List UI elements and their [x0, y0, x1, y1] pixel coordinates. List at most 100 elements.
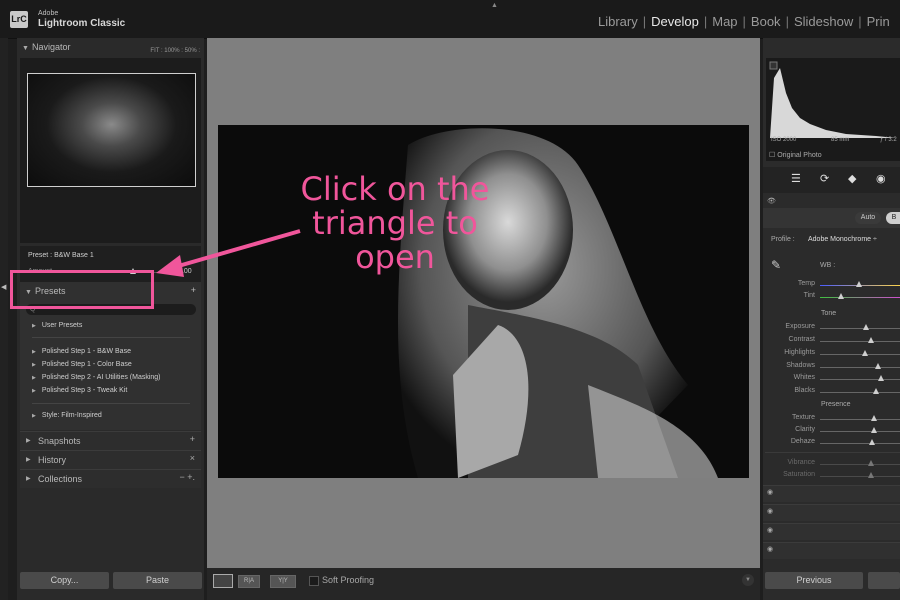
module-print[interactable]: Prin [867, 14, 890, 29]
module-book[interactable]: Book [751, 14, 781, 29]
history-header[interactable]: ▶ History × [20, 450, 201, 469]
navigator-thumbnail[interactable] [27, 73, 196, 187]
temp-label: Temp [797, 280, 815, 287]
histogram-focal-length: 85 mm [831, 137, 850, 143]
temp-slider-knob[interactable] [856, 281, 862, 287]
saturation-slider-knob[interactable] [868, 472, 874, 478]
clarity-slider-knob[interactable] [871, 427, 877, 433]
wb-eyedropper-icon[interactable]: ✎ [771, 258, 781, 272]
exposure-slider-knob[interactable] [863, 324, 869, 330]
left-panel: ▼ Navigator FIT : 100% : 50% : Preset : B… [17, 38, 204, 600]
triangle-down-icon[interactable]: ▼ [22, 40, 32, 58]
contrast-slider-track[interactable] [820, 341, 900, 342]
copy-button[interactable]: Copy... [20, 572, 109, 589]
tint-slider-knob[interactable] [838, 293, 844, 299]
reset-button[interactable] [868, 572, 900, 589]
preset-group-color-base[interactable]: ▶ Polished Step 1 - Color Base [32, 361, 132, 368]
contrast-slider-knob[interactable] [868, 337, 874, 343]
collapsed-panel-row[interactable]: ◉ [763, 485, 900, 502]
left-panel-toggle-icon[interactable]: ◀ [1, 283, 6, 291]
previous-button[interactable]: Previous [765, 572, 863, 589]
module-map[interactable]: Map [712, 14, 737, 29]
collapsed-panel-row[interactable]: ◉ [763, 504, 900, 521]
soft-proofing-label: Soft Proofing [322, 575, 375, 585]
collections-actions-icon[interactable]: − +. [179, 472, 195, 482]
module-library[interactable]: Library [598, 14, 638, 29]
triangle-right-icon[interactable]: ▶ [32, 362, 36, 368]
dehaze-slider-knob[interactable] [869, 439, 875, 445]
triangle-right-icon[interactable]: ▶ [32, 388, 36, 394]
triangle-right-icon[interactable]: ▶ [32, 413, 36, 419]
annotation-highlight-box [10, 270, 154, 309]
clarity-slider-track[interactable] [820, 431, 900, 432]
clear-history-icon[interactable]: × [190, 453, 195, 463]
loupe-view-icon[interactable] [213, 574, 233, 588]
annotation-arrow [156, 229, 301, 277]
shadows-slider-knob[interactable] [875, 363, 881, 369]
module-picker: Library | Develop | Map | Book | Slideshow | Prin [598, 14, 890, 29]
profile-select[interactable]: Adobe Monochrome ÷ [808, 236, 877, 243]
eye-icon[interactable]: ◉ [767, 526, 773, 534]
preset-group-tweak-kit[interactable]: ▶ Polished Step 3 - Tweak Kit [32, 387, 127, 394]
triangle-right-icon[interactable]: ▶ [32, 323, 36, 329]
soft-proofing-checkbox[interactable] [309, 576, 319, 586]
collapsed-panel-row[interactable]: ◉ [763, 523, 900, 540]
preset-group-film[interactable]: ▶ Style: Film-Inspired [32, 412, 102, 419]
panel-toggle-top-icon[interactable]: ▲ [491, 2, 498, 9]
exposure-slider-track[interactable] [820, 328, 900, 329]
triangle-right-icon[interactable]: ▶ [32, 349, 36, 355]
collapsed-panel-row[interactable]: ◉ [763, 542, 900, 559]
texture-slider-knob[interactable] [871, 415, 877, 421]
whites-label: Whites [793, 374, 815, 381]
toolbar-menu-icon[interactable]: ▼ [742, 574, 754, 586]
vibrance-slider-knob[interactable] [868, 460, 874, 466]
shadows-slider-track[interactable] [820, 367, 900, 368]
preset-group-user[interactable]: ▶ User Presets [32, 322, 82, 329]
blacks-slider-track[interactable] [820, 392, 900, 393]
saturation-slider-track[interactable] [820, 476, 900, 477]
vibrance-slider-track[interactable] [820, 464, 900, 465]
bw-button[interactable]: B [886, 212, 900, 224]
triangle-right-icon[interactable]: ▶ [26, 456, 31, 463]
edit-sliders-icon[interactable]: ☰ [791, 172, 801, 185]
dehaze-slider-track[interactable] [820, 443, 900, 444]
whites-slider-knob[interactable] [878, 375, 884, 381]
texture-label: Texture [792, 414, 815, 421]
texture-slider-track[interactable] [820, 419, 900, 420]
saturation-label: Saturation [783, 471, 815, 478]
blacks-slider-knob[interactable] [873, 388, 879, 394]
red-eye-icon[interactable]: ◉ [876, 172, 886, 185]
eye-icon[interactable]: ◉ [767, 545, 773, 553]
panel-visibility-eye-icon[interactable]: 👁 [767, 197, 776, 205]
crop-icon[interactable]: ⟳ [820, 172, 829, 185]
module-slideshow[interactable]: Slideshow [794, 14, 853, 29]
snapshots-title: Snapshots [38, 436, 81, 446]
before-after-lr-icon[interactable]: R|A [238, 575, 260, 588]
eye-icon[interactable]: ◉ [767, 488, 773, 496]
module-develop[interactable]: Develop [651, 14, 699, 29]
navigator-header[interactable]: ▼ Navigator FIT : 100% : 50% : [17, 38, 204, 56]
auto-button[interactable]: Auto [855, 212, 881, 224]
original-photo-toggle[interactable]: ☐ Original Photo [769, 151, 822, 159]
eraser-icon[interactable]: ◆ [848, 172, 856, 185]
triangle-right-icon[interactable]: ▶ [26, 437, 31, 444]
add-preset-icon[interactable]: + [191, 285, 196, 295]
preset-group-bw-base[interactable]: ▶ Polished Step 1 - B&W Base [32, 348, 131, 355]
snapshots-header[interactable]: ▶ Snapshots + [20, 431, 201, 450]
highlights-slider-knob[interactable] [862, 350, 868, 356]
add-snapshot-icon[interactable]: + [190, 434, 195, 444]
highlights-slider-track[interactable] [820, 354, 900, 355]
histogram-graph [769, 61, 896, 138]
triangle-right-icon[interactable]: ▶ [32, 375, 36, 381]
tint-slider-track[interactable] [820, 297, 900, 298]
paste-button[interactable]: Paste [113, 572, 202, 589]
histogram[interactable] [766, 58, 900, 161]
whites-slider-track[interactable] [820, 379, 900, 380]
before-after-yy-icon[interactable]: Y|Y [270, 575, 296, 588]
brand-name: Lightroom Classic [38, 18, 126, 29]
preset-group-ai-utilities[interactable]: ▶ Polished Step 2 - AI Utilities (Masking… [32, 374, 161, 381]
eye-icon[interactable]: ◉ [767, 507, 773, 515]
triangle-right-icon[interactable]: ▶ [26, 475, 31, 482]
exposure-label: Exposure [785, 323, 815, 330]
collections-header[interactable]: ▶ Collections − +. [20, 469, 201, 488]
